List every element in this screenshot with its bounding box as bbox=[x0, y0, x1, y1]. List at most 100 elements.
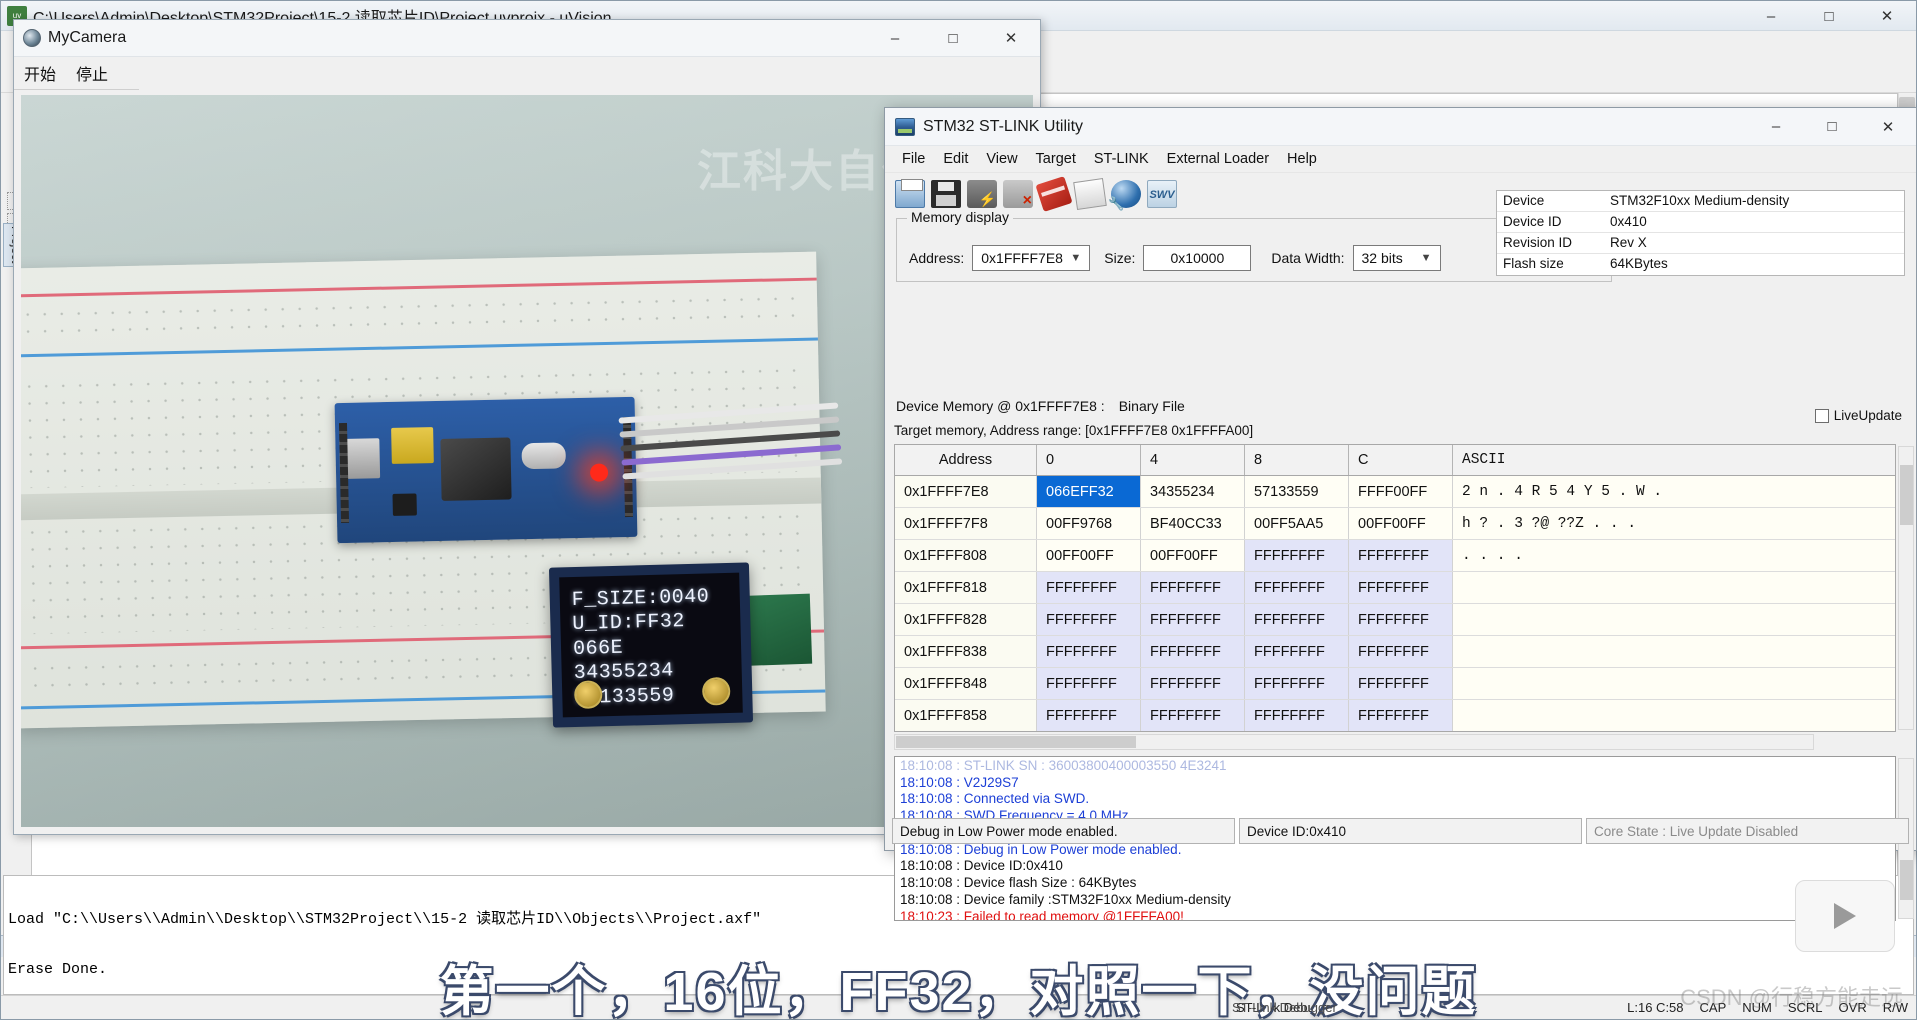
memory-word-cell[interactable]: FFFFFFFF bbox=[1349, 636, 1453, 667]
memory-display-legend: Memory display bbox=[907, 209, 1014, 225]
chevron-down-icon[interactable]: ▼ bbox=[1064, 252, 1087, 264]
memory-word-cell[interactable]: FFFFFFFF bbox=[1245, 572, 1349, 603]
memory-table-vscroll-thumb[interactable] bbox=[1900, 465, 1913, 525]
memory-word-cell[interactable]: FFFFFFFF bbox=[1037, 636, 1141, 667]
memory-word-cell[interactable]: 00FF5AA5 bbox=[1245, 508, 1349, 539]
memory-word-cell[interactable]: FFFFFFFF bbox=[1349, 700, 1453, 731]
memory-word-cell[interactable]: 00FF00FF bbox=[1141, 540, 1245, 571]
mycamera-maximize-button[interactable]: □ bbox=[924, 20, 982, 56]
table-row[interactable]: 0x1FFFF858 FFFFFFFF FFFFFFFF FFFFFFFF FFFFFF… bbox=[895, 700, 1895, 731]
reset-button-hw bbox=[392, 493, 417, 516]
size-input[interactable]: 0x10000 bbox=[1143, 245, 1252, 271]
swv-viewer-icon[interactable]: SWV bbox=[1147, 179, 1177, 208]
play-icon bbox=[1834, 903, 1856, 929]
table-row[interactable]: 0x1FFFF7E8 066EFF32 34355234 57133559 FFFF00… bbox=[895, 476, 1895, 508]
disconnect-icon[interactable] bbox=[1003, 179, 1033, 210]
table-row[interactable]: 0x1FFFF838 FFFFFFFF FFFFFFFF FFFFFFFF FFFFFF… bbox=[895, 636, 1895, 668]
memory-word-cell[interactable]: FFFFFFFF bbox=[1037, 572, 1141, 603]
camera-stop-button[interactable]: 停止 bbox=[66, 61, 118, 85]
memory-word-cell[interactable]: FFFFFFFF bbox=[1141, 636, 1245, 667]
stlink-menu-file[interactable]: File bbox=[893, 148, 934, 170]
memory-word-cell[interactable]: FFFFFFFF bbox=[1141, 700, 1245, 731]
uvision-close-button[interactable]: ✕ bbox=[1858, 1, 1916, 31]
memory-word-cell[interactable]: FFFFFFFF bbox=[1037, 604, 1141, 635]
stlink-maximize-button[interactable]: □ bbox=[1804, 108, 1860, 145]
memory-word-cell[interactable]: 57133559 bbox=[1245, 476, 1349, 507]
table-row[interactable]: 0x1FFFF828 FFFFFFFF FFFFFFFF FFFFFFFF FFFFFF… bbox=[895, 604, 1895, 636]
stlink-menu-external-loader[interactable]: External Loader bbox=[1158, 148, 1278, 170]
stlink-menubar: File Edit View Target ST-LINK External L… bbox=[885, 146, 1916, 173]
log-vscroll-thumb[interactable] bbox=[1900, 860, 1913, 900]
status-caret-position: L:16 C:58 bbox=[1627, 1000, 1684, 1015]
table-row[interactable]: 0x1FFFF808 00FF00FF 00FF00FF FFFFFFFF FFFFFF… bbox=[895, 540, 1895, 572]
memory-word-cell[interactable]: FFFFFFFF bbox=[1245, 540, 1349, 571]
memory-word-cell[interactable]: FFFF00FF bbox=[1349, 476, 1453, 507]
table-row[interactable]: 0x1FFFF7F8 00FF9768 BF40CC33 00FF5AA5 00FF00… bbox=[895, 508, 1895, 540]
mycamera-minimize-button[interactable]: – bbox=[866, 20, 924, 56]
connect-icon[interactable] bbox=[967, 179, 997, 208]
memory-word-cell[interactable]: FFFFFFFF bbox=[1349, 604, 1453, 635]
erase-chip-icon[interactable] bbox=[1035, 175, 1073, 212]
live-update-checkbox-group[interactable]: LiveUpdate bbox=[1814, 408, 1902, 423]
open-file-icon[interactable] bbox=[895, 178, 925, 208]
stm32-bluepill-board bbox=[334, 396, 638, 544]
mycamera-title: MyCamera bbox=[48, 29, 127, 46]
stlink-statusbar: Debug in Low Power mode enabled. Device … bbox=[892, 818, 1909, 844]
log-line: 18:10:08 : Connected via SWD. bbox=[900, 791, 1090, 807]
uvision-minimize-button[interactable]: – bbox=[1742, 1, 1800, 31]
memory-word-cell[interactable]: FFFFFFFF bbox=[1037, 700, 1141, 731]
file-type-label: Binary File bbox=[1118, 398, 1185, 414]
chevron-down-icon[interactable]: ▼ bbox=[1415, 252, 1438, 264]
device-id-value: 0x410 bbox=[1610, 214, 1647, 229]
memory-word-cell[interactable]: FFFFFFFF bbox=[1245, 604, 1349, 635]
stlink-minimize-button[interactable]: – bbox=[1748, 108, 1804, 145]
play-badge[interactable] bbox=[1795, 880, 1895, 952]
program-verify-icon[interactable] bbox=[1073, 177, 1107, 210]
memory-table-vscrollbar[interactable] bbox=[1898, 446, 1914, 730]
memory-word-cell[interactable]: FFFFFFFF bbox=[1141, 604, 1245, 635]
memory-word-cell[interactable]: FFFFFFFF bbox=[1141, 572, 1245, 603]
settings-globe-icon[interactable] bbox=[1108, 179, 1141, 212]
stlink-menu-target[interactable]: Target bbox=[1027, 148, 1085, 170]
device-info-row: Revision ID Rev X bbox=[1497, 233, 1904, 254]
live-update-checkbox[interactable] bbox=[1814, 408, 1829, 423]
stlink-close-button[interactable]: ✕ bbox=[1860, 108, 1916, 145]
memory-ascii-cell bbox=[1453, 572, 1895, 603]
uvision-maximize-button[interactable]: □ bbox=[1800, 1, 1858, 31]
memory-word-cell[interactable]: FFFFFFFF bbox=[1141, 668, 1245, 699]
memory-word-cell[interactable]: FFFFFFFF bbox=[1349, 668, 1453, 699]
live-update-label: LiveUpdate bbox=[1833, 408, 1902, 423]
build-log-line: Erase Done. bbox=[8, 960, 108, 978]
data-width-value: 32 bits bbox=[1361, 250, 1403, 266]
stlink-menu-help[interactable]: Help bbox=[1278, 148, 1326, 170]
camera-start-button[interactable]: 开始 bbox=[14, 61, 66, 85]
memory-address-cell: 0x1FFFF838 bbox=[895, 636, 1037, 667]
memory-table[interactable]: Address 0 4 8 C ASCII 0x1FFFF7E8 066EFF32… bbox=[894, 444, 1896, 732]
memory-word-cell[interactable]: FFFFFFFF bbox=[1349, 540, 1453, 571]
memory-word-cell[interactable]: FFFFFFFF bbox=[1245, 636, 1349, 667]
stm32-chip bbox=[440, 437, 512, 501]
flash-size-label: Flash size bbox=[1503, 256, 1564, 271]
save-file-icon[interactable] bbox=[931, 179, 961, 208]
memory-word-cell[interactable]: 00FF00FF bbox=[1349, 508, 1453, 539]
memory-word-cell[interactable]: FFFFFFFF bbox=[1245, 700, 1349, 731]
memory-word-cell[interactable]: 00FF00FF bbox=[1037, 540, 1141, 571]
mycamera-close-button[interactable]: ✕ bbox=[982, 20, 1040, 56]
data-width-combobox[interactable]: 32 bits ▼ bbox=[1352, 245, 1441, 271]
memory-table-hscrollbar[interactable] bbox=[894, 734, 1814, 750]
stlink-menu-stlink[interactable]: ST-LINK bbox=[1085, 148, 1158, 170]
memory-word-cell[interactable]: FFFFFFFF bbox=[1349, 572, 1453, 603]
memory-word-cell[interactable]: BF40CC33 bbox=[1141, 508, 1245, 539]
memory-word-cell[interactable]: FFFFFFFF bbox=[1245, 668, 1349, 699]
memory-table-hscroll-thumb[interactable] bbox=[896, 736, 1136, 748]
stlink-menu-view[interactable]: View bbox=[977, 148, 1026, 170]
memory-word-cell[interactable]: 00FF9768 bbox=[1037, 508, 1141, 539]
table-row[interactable]: 0x1FFFF848 FFFFFFFF FFFFFFFF FFFFFFFF FFFFFF… bbox=[895, 668, 1895, 700]
table-row[interactable]: 0x1FFFF818 FFFFFFFF FFFFFFFF FFFFFFFF FFFFFF… bbox=[895, 572, 1895, 604]
memory-word-cell[interactable]: 066EFF32 bbox=[1037, 476, 1141, 507]
memory-word-cell[interactable]: FFFFFFFF bbox=[1037, 668, 1141, 699]
address-combobox[interactable]: 0x1FFFF7E8 ▼ bbox=[972, 245, 1091, 271]
status-core-state: Core State : Live Update Disabled bbox=[1586, 818, 1909, 844]
stlink-menu-edit[interactable]: Edit bbox=[934, 148, 977, 170]
memory-word-cell[interactable]: 34355234 bbox=[1141, 476, 1245, 507]
